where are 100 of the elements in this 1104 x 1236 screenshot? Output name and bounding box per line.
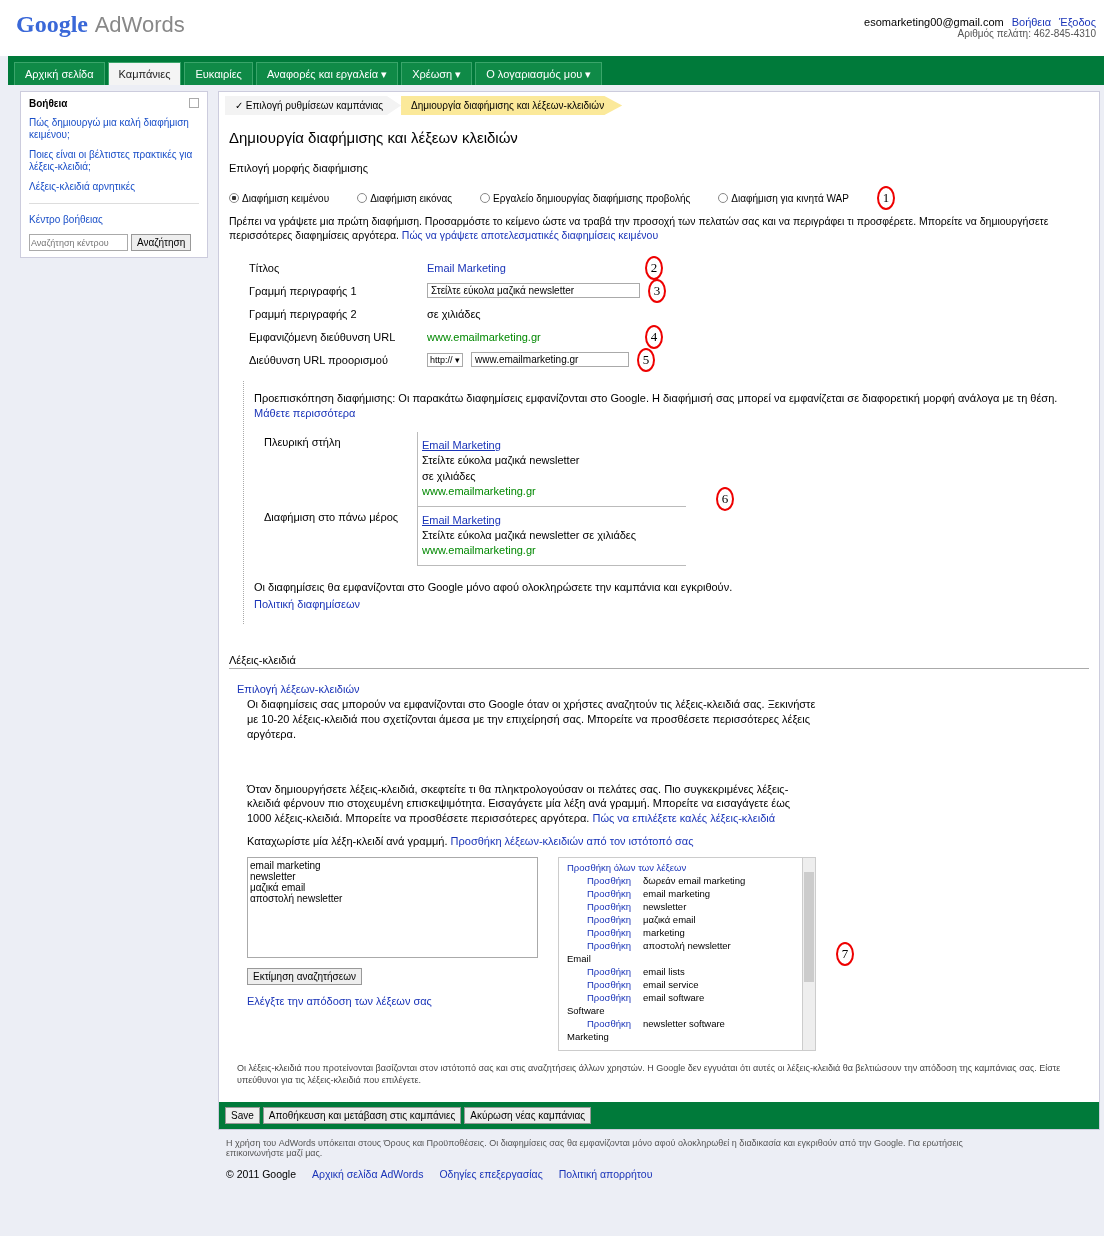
action-button[interactable]: Ακύρωση νέας καμπάνιας	[464, 1107, 592, 1125]
radio-button[interactable]	[718, 193, 729, 203]
help-link[interactable]: Πώς δημιουργώ μια καλή διαφήμιση κειμένου;	[29, 117, 199, 141]
intro-link[interactable]: Πώς να γράψετε αποτελεσματικές διαφημίσεις κειμένου	[401, 229, 659, 242]
footer-link[interactable]: Πολιτική απορρήτου	[558, 1168, 653, 1181]
placement-label: Πλευρική στήλη	[264, 434, 342, 450]
customer-id: Αριθμός πελάτη: 462-845-4310	[957, 28, 1096, 39]
minimize-icon[interactable]	[189, 98, 199, 108]
radio-button[interactable]	[480, 193, 491, 203]
keyword-text: newsletter software	[643, 1017, 725, 1029]
field-label: Γραμμή περιγραφής 1	[249, 284, 358, 297]
category-label: Software	[567, 1004, 605, 1016]
add-link[interactable]: Προσθήκη	[587, 900, 631, 912]
annotation-marker: 6	[716, 486, 734, 511]
field-label: Τίτλος	[249, 261, 281, 274]
policy-link[interactable]: Πολιτική διαφημίσεων	[254, 597, 360, 610]
add-link[interactable]: Προσθήκη	[587, 913, 631, 925]
radio-label[interactable]: Διαφήμιση για κινητά WAP	[731, 192, 849, 204]
nav-tab[interactable]: Καμπάνιες	[107, 62, 182, 85]
header-link[interactable]: Έξοδος	[1059, 16, 1096, 28]
placement-label: Διαφήμιση στο πάνω μέρος	[264, 509, 400, 525]
section-label: Επιλογή μορφής διαφήμισης	[229, 162, 369, 174]
action-button[interactable]: Save	[225, 1107, 260, 1125]
action-button[interactable]: Αποθήκευση και μετάβαση στις καμπάνιες	[262, 1107, 462, 1125]
scrollbar[interactable]	[802, 857, 815, 1050]
disclaimer-text: Οι λέξεις-κλειδιά που προτείνονται βασίζονται στον ιστότοπό σας και στις αναζητήσεις άλλων χρηστών. Η Google δεν εγγυάται ότι αυτές οι λέξεις-κλειδιά θα βελτιώσουν την απόδοση της καμπάνιας σας. Είστε υπεύθυνοι για τις λέξεις-κλειδιά που επιλέγετε.	[237, 1062, 1062, 1087]
tip-link[interactable]: Επιλογή λέξεων-κλειδιών	[237, 682, 360, 695]
field-value: σε χιλιάδες	[427, 307, 482, 320]
radio-button[interactable]	[357, 193, 368, 203]
protocol-select[interactable]: http:// ▾	[427, 352, 463, 367]
nav-tab[interactable]: Αναφορές και εργαλεία ▾	[255, 62, 399, 85]
performance-link[interactable]: Ελέγξτε την απόδοση των λέξεων σας	[247, 994, 432, 1007]
input-field[interactable]: www.emailmarketing.gr	[471, 352, 629, 368]
annotation-marker: 5	[637, 347, 655, 372]
search-button[interactable]: Αναζήτηση	[131, 234, 192, 251]
footer-text: Η χρήση του AdWords υπόκειται στους Όρους και Προϋποθέσεις. Οι διαφημίσεις σας θα εμφανίζονται μόνο αφού ολοκληρωθεί η διαδικασία και εγκριθούν από την Google. Για ερωτήσεις επικοινωνήστε μαζί μας.	[226, 1138, 964, 1159]
input-field[interactable]: Στείλτε εύκολα μαζικά newsletter	[427, 283, 640, 299]
nav-tab[interactable]: Ο λογαριασμός μου ▾	[475, 62, 603, 85]
help-link[interactable]: Ποιες είναι οι βέλτιστες πρακτικές για λέξεις-κλειδιά;	[29, 149, 199, 173]
radio-label[interactable]: Εργαλείο δημιουργίας διαφήμισης προβολής	[493, 192, 691, 204]
annotation-marker: 3	[648, 278, 666, 303]
ad-url: www.emailmarketing.gr	[422, 484, 537, 500]
help-link[interactable]: Λέξεις-κλειδιά αρνητικές	[29, 181, 199, 193]
estimate-button[interactable]: Εκτίμηση αναζητήσεων	[247, 967, 362, 985]
preview-note: Προεπισκόπηση διαφήμισης: Οι παρακάτω διαφημίσεις εμφανίζονται στο Google. Η διαφήμισή σας μπορεί να εμφανίζεται σε διαφορετική μορφή ανάλογα με τη θέση. Μάθετε περισσότερα	[254, 391, 1059, 420]
footer-link[interactable]: Αρχική σελίδα AdWords	[312, 1168, 424, 1181]
ad-line: Στείλτε εύκολα μαζικά newsletter σε χιλιάδες	[422, 527, 638, 543]
page-title: Δημιουργία διαφήμισης και λέξεων κλειδιών	[229, 129, 519, 146]
add-link[interactable]: Προσθήκη	[587, 1017, 631, 1029]
ad-title[interactable]: Email Marketing	[422, 513, 501, 526]
keyword-text: newsletter	[643, 900, 687, 912]
add-link[interactable]: Προσθήκη	[587, 991, 631, 1003]
step-tab[interactable]: Δημιουργία διαφήμισης και λέξεων-κλειδιών	[401, 96, 623, 115]
radio-label[interactable]: Διαφήμιση κειμένου	[242, 192, 330, 204]
add-all-link[interactable]: Προσθήκη όλων των λέξεων	[567, 861, 687, 873]
section-heading: Λέξεις-κλειδιά	[229, 653, 1089, 669]
annotation-marker: 7	[836, 941, 854, 966]
ad-line: σε χιλιάδες	[422, 468, 477, 484]
keyword-text: email software	[643, 991, 705, 1003]
category-label: Marketing	[567, 1030, 609, 1042]
keywords-field[interactable]: email marketing newsletter μαζικά email αποστολή newsletter	[247, 856, 538, 958]
title-link[interactable]: Email Marketing	[427, 261, 637, 274]
annotation-marker: 2	[645, 255, 663, 280]
header-link[interactable]: Βοήθεια	[1011, 16, 1052, 28]
add-link[interactable]: Προσθήκη	[587, 926, 631, 938]
tip-text: Οι διαφημίσεις σας μπορούν να εμφανίζονται στο Google όταν οι χρήστες αναζητούν τις λέξεις-κλειδιά σας. Ξεκινήστε με 10-20 λέξεις-κλειδιά που σχετίζονται άμεσα με την επιχείρησή σας. Μπορείτε να προσθέσετε περισσότερες λέξεις αργότερα.	[247, 696, 817, 742]
logo: Google AdWords	[16, 10, 185, 38]
search-field[interactable]: Αναζήτηση κέντρου	[29, 234, 128, 251]
suggest-link[interactable]: Προσθήκη λέξεων-κλειδιών από τον ιστότοπό σας	[450, 835, 694, 848]
help-title: Βοήθεια	[29, 98, 68, 109]
keyword-text: email lists	[643, 965, 685, 977]
account-email: esomarketing00@gmail.com	[864, 16, 1004, 28]
step-tab[interactable]: ✓ Επιλογή ρυθμίσεων καμπάνιας	[225, 96, 402, 115]
help-link[interactable]: Πώς να επιλέξετε καλές λέξεις-κλειδιά	[592, 812, 776, 825]
radio-label[interactable]: Διαφήμιση εικόνας	[370, 192, 453, 204]
annotation-marker: 1	[876, 186, 895, 210]
add-link[interactable]: Προσθήκη	[587, 939, 631, 951]
add-link[interactable]: Προσθήκη	[587, 887, 631, 899]
add-link[interactable]: Προσθήκη	[587, 978, 631, 990]
learn-more-link[interactable]: Μάθετε περισσότερα	[254, 406, 356, 419]
keyword-text: αποστολή newsletter	[643, 939, 731, 951]
field-label: Εμφανιζόμενη διεύθυνση URL	[249, 330, 397, 343]
help-center-link[interactable]: Κέντρο βοήθειας	[29, 214, 199, 226]
radio-button[interactable]	[229, 193, 239, 203]
nav-tab[interactable]: Αρχική σελίδα	[14, 62, 105, 85]
footer-link[interactable]: Οδηγίες επεξεργασίας	[439, 1168, 543, 1181]
preview-footnote: Οι διαφημίσεις θα εμφανίζονται στο Google μόνο αφού ολοκληρώσετε την καμπάνια και εγκριθούν.	[254, 579, 734, 594]
ad-title[interactable]: Email Marketing	[422, 438, 501, 451]
keyword-text: δωρεάν email marketing	[643, 874, 746, 886]
add-link[interactable]: Προσθήκη	[587, 874, 631, 886]
keywords-help-text: Όταν δημιουργήσετε λέξεις-κλειδιά, σκεφτείτε τι θα πληκτρολογούσαν οι πελάτες σας. Πιο συγκεκριμένες λέξεις-κλειδιά φέρνουν πιο στοχευμένη επισκεψιμότητα. Εισαγάγετε μία λέξη ανά γραμμή. Μπορείτε να εισαγάγετε έως 1000 λέξεις-κλειδιά. Μπορείτε να προσθέσετε περισσότερες αργότερα. Πώς να επιλέξετε καλές λέξεις-κλειδιά	[247, 781, 792, 827]
nav-tab[interactable]: Χρέωση ▾	[401, 62, 473, 85]
intro-text: Πρέπει να γράψετε μια πρώτη διαφήμιση. Προσαρμόστε το κείμενο ώστε να τραβά την προσοχή των πελατών σας και να περιγράφει τι προσφέρετε. Μπορείτε να δημιουργήσετε περισσότερες διαφημίσεις αργότερα. Πώς να γράψετε αποτελεσματικές διαφημίσεις κειμένου	[229, 214, 1050, 243]
keyword-text: email service	[643, 978, 699, 990]
keyword-text: email marketing	[643, 887, 711, 899]
field-label: Διεύθυνση URL προορισμού	[249, 353, 389, 366]
category-label: Email	[567, 952, 591, 964]
keyword-text: marketing	[643, 926, 685, 938]
nav-tab[interactable]: Ευκαιρίες	[184, 62, 253, 85]
add-link[interactable]: Προσθήκη	[587, 965, 631, 977]
